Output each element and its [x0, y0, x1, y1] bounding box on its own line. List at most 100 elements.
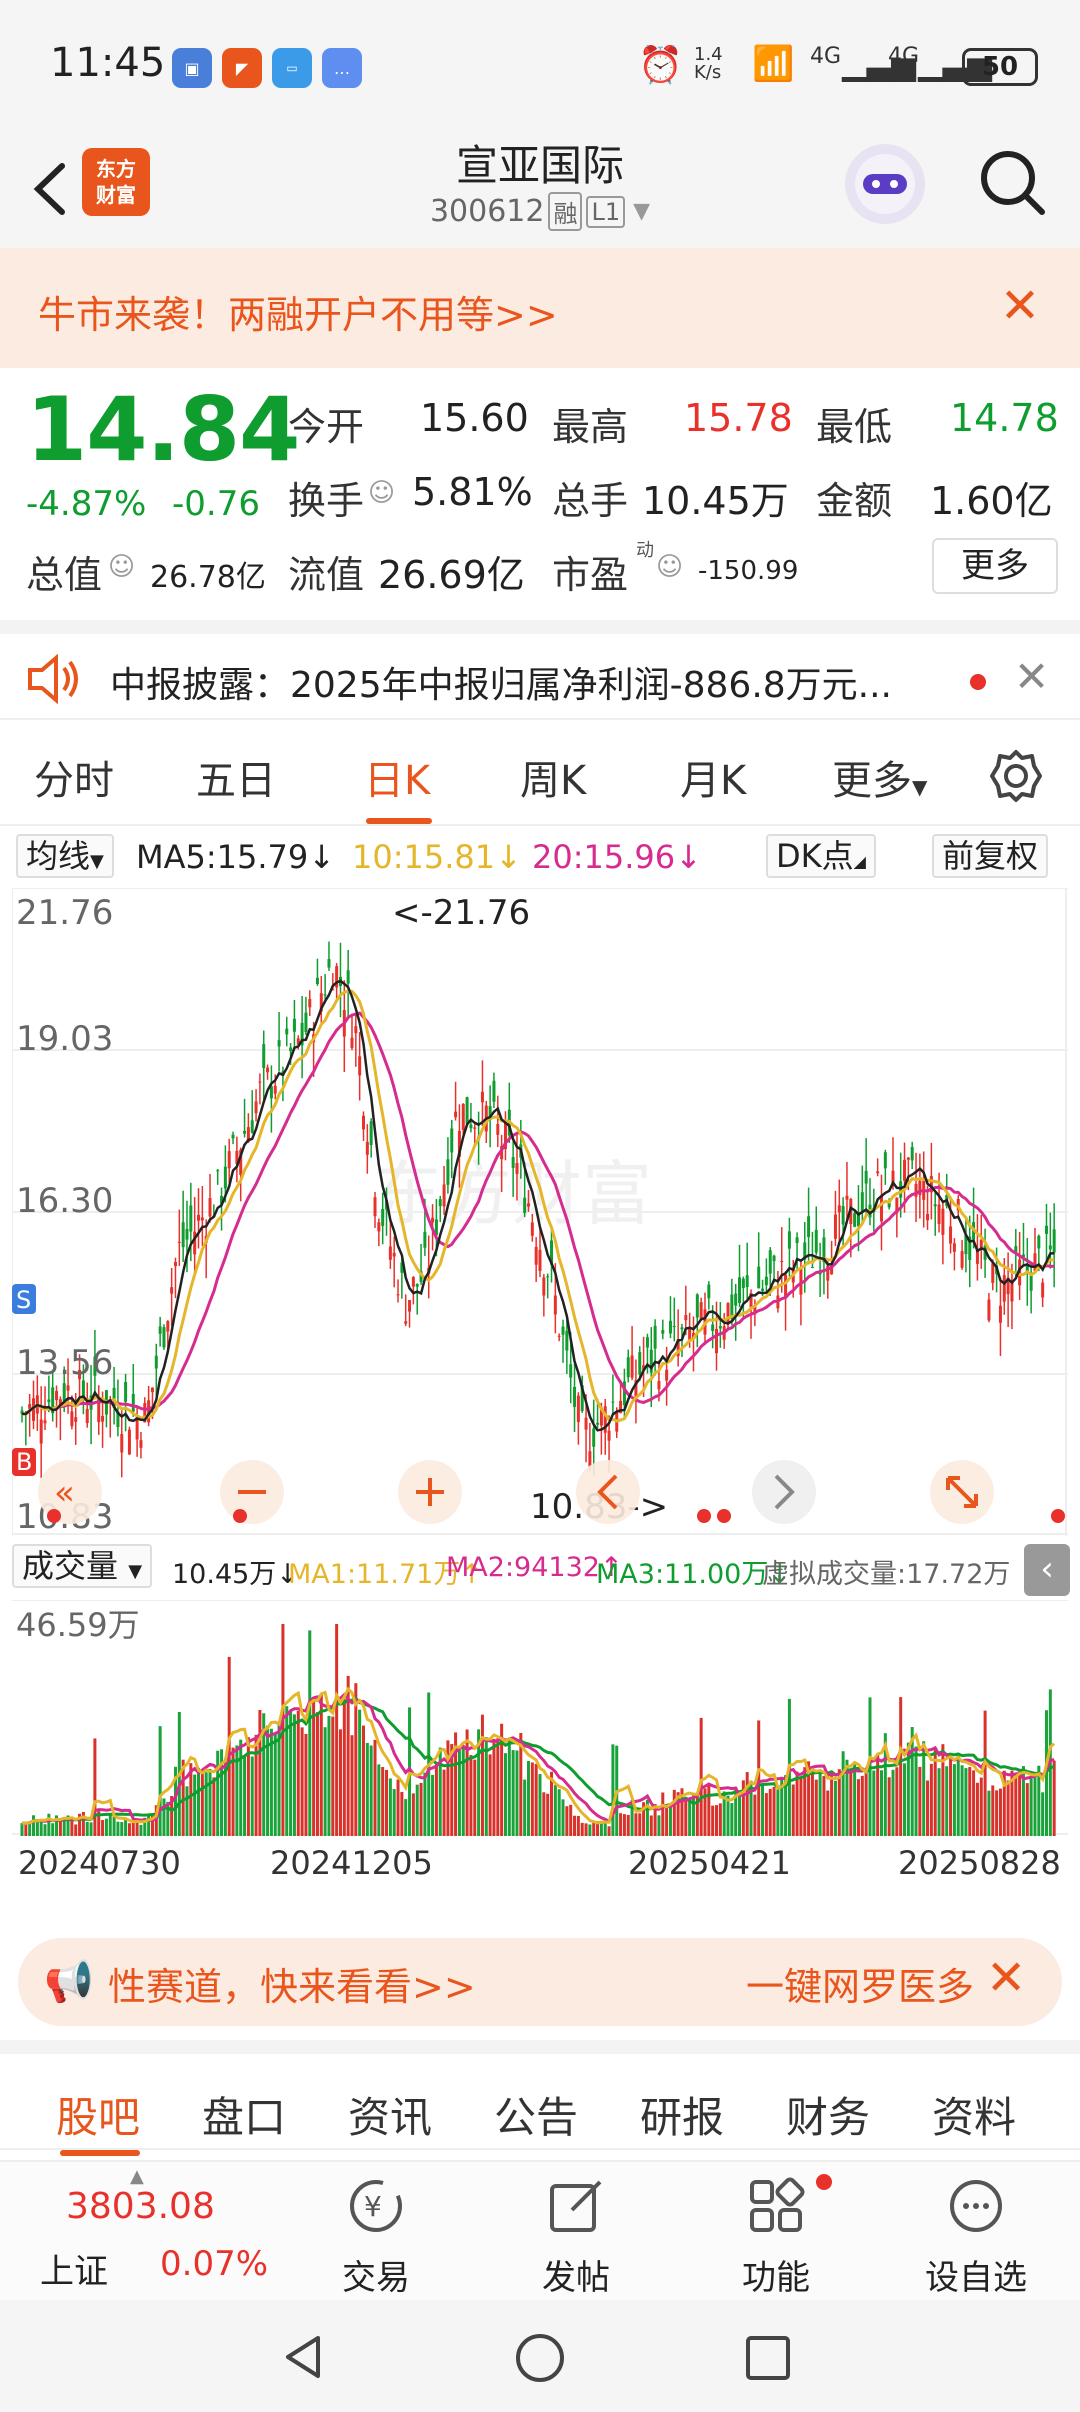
scroll-right-icon[interactable] [752, 1460, 816, 1524]
tab-financials[interactable]: 财务 [786, 2084, 870, 2145]
trade-button[interactable]: ¥ 交易 [306, 2174, 446, 2299]
tab-daily-k[interactable]: 日K [364, 748, 430, 806]
change-amount: -0.76 [172, 484, 260, 524]
ad-banner[interactable]: 📢 性赛道，快来看看>> 一键网罗医多 ✕ [18, 1938, 1062, 2026]
active-tab-indicator [60, 2150, 140, 2156]
volume-chart[interactable]: 46.59万 [12, 1600, 1068, 1836]
candle-body [576, 1395, 580, 1423]
volume-bar [32, 1815, 36, 1836]
candle-body [538, 1249, 542, 1271]
post-button[interactable]: 发帖 [506, 2174, 646, 2299]
index-value[interactable]: 3803.08 [66, 2186, 215, 2227]
volume-bar [331, 1716, 335, 1836]
candle-body [473, 1127, 477, 1129]
assistant-robot-icon[interactable] [845, 144, 925, 224]
candle-body [949, 1226, 953, 1244]
tab-profile[interactable]: 资料 [932, 2084, 1016, 2145]
volume-bar [699, 1717, 703, 1836]
search-icon[interactable] [976, 146, 1048, 218]
index-change[interactable]: 0.07% [160, 2244, 268, 2284]
candle-body [431, 1217, 435, 1223]
alarm-icon: ⏰ [638, 45, 683, 86]
candle-body [672, 1326, 676, 1328]
content-tabs: 股吧 盘口 资讯 公告 研报 财务 资料 [0, 2040, 1080, 2156]
date-label: 20250421 [628, 1844, 791, 1882]
tab-more[interactable]: 更多▼ [832, 748, 927, 806]
volume-bar [193, 1774, 197, 1836]
candle-body [1048, 1245, 1052, 1250]
candle-body [757, 1266, 761, 1289]
volume-bar [776, 1787, 780, 1836]
tab-research[interactable]: 研报 [640, 2084, 724, 2145]
expand-up-icon[interactable]: ▲ [130, 2166, 144, 2187]
functions-button[interactable]: 功能 [706, 2174, 846, 2299]
ad-text[interactable]: 性赛道，快来看看>> [108, 1956, 476, 2011]
candle-body [557, 1335, 561, 1337]
promo-banner[interactable]: 牛市来袭！两融开户不用等>> ✕ [0, 248, 1080, 368]
kline-chart[interactable]: 东方财富 21.76 19.03 16.30 13.56 10.83 <-21.… [12, 888, 1068, 1536]
tab-announcements[interactable]: 公告 [494, 2084, 578, 2145]
volume-indicator-selector[interactable]: 成交量 ▼ [12, 1544, 153, 1588]
volume-bar [43, 1824, 47, 1836]
ad-text-scroll[interactable]: 一键网罗医多 [746, 1956, 974, 2011]
notice-bar[interactable]: 中报披露：2025年中报归属净利润-886.8万元... ✕ [0, 620, 1080, 720]
volume-bar [104, 1818, 108, 1836]
nav-home-icon[interactable] [514, 2332, 566, 2384]
scroll-left-icon[interactable] [576, 1460, 640, 1524]
candle-body [584, 1417, 588, 1430]
tab-monthly-k[interactable]: 月K [680, 748, 746, 806]
svg-text:¥: ¥ [364, 2190, 382, 2223]
volume-bar [51, 1823, 55, 1836]
close-icon[interactable]: ✕ [1014, 652, 1049, 701]
volume-bar [388, 1778, 392, 1836]
promo-text[interactable]: 牛市来袭！两融开户不用等>> [38, 284, 558, 339]
volume-bar [553, 1785, 557, 1836]
nav-recents-icon[interactable] [744, 2334, 792, 2382]
index-name[interactable]: 上证 [40, 2244, 108, 2293]
candle-body [565, 1330, 569, 1351]
tab-forum[interactable]: 股吧 [56, 2084, 140, 2145]
tab-intraday[interactable]: 分时 [34, 748, 114, 806]
gear-icon[interactable] [988, 748, 1044, 804]
volume-bar [419, 1782, 423, 1836]
candle-body [47, 1399, 51, 1403]
tab-five-day[interactable]: 五日 [196, 748, 276, 806]
candle-body [170, 1287, 174, 1294]
open-label: 今开 [288, 405, 365, 449]
candle-body [39, 1419, 43, 1444]
candle-body [258, 1081, 262, 1083]
date-label: 20241205 [270, 1844, 433, 1882]
tab-news[interactable]: 资讯 [348, 2084, 432, 2145]
more-button[interactable]: 更多 [932, 538, 1058, 594]
adjust-button[interactable]: 前复权 [932, 834, 1049, 878]
indicator-selector[interactable]: 均线▼ [16, 834, 114, 878]
tab-orderbook[interactable]: 盘口 [202, 2084, 286, 2145]
candle-body [43, 1420, 47, 1424]
candle-body [745, 1275, 749, 1288]
notice-text[interactable]: 中报披露：2025年中报归属净利润-886.8万元... [110, 656, 892, 708]
info-icon[interactable]: ☺ [368, 478, 395, 508]
volume-bar [899, 1697, 903, 1836]
tab-weekly-k[interactable]: 周K [520, 748, 586, 806]
volume-bar [404, 1799, 408, 1836]
candle-body [1041, 1282, 1045, 1298]
dk-point-button[interactable]: DK点◢ [766, 834, 876, 878]
volume-bar [358, 1709, 362, 1836]
add-watchlist-button[interactable]: 设自选 [906, 2174, 1046, 2299]
info-icon[interactable]: ☺ [656, 552, 683, 582]
nav-back-icon[interactable] [278, 2332, 328, 2382]
volume-bar [89, 1822, 93, 1836]
candle-body [150, 1387, 154, 1393]
volume-bar [937, 1768, 941, 1836]
volume-bar [607, 1826, 611, 1836]
candle-body [70, 1411, 74, 1427]
volume-bar [308, 1630, 312, 1836]
close-icon[interactable]: ✕ [986, 1950, 1026, 2006]
info-icon[interactable]: ☺ [108, 552, 135, 582]
candle-body [542, 1277, 546, 1296]
volume-bar [964, 1768, 968, 1836]
collapse-panel-icon[interactable]: ‹ [1024, 1544, 1070, 1596]
volume-bar [918, 1766, 922, 1836]
close-icon[interactable]: ✕ [992, 278, 1048, 334]
candle-body [573, 1386, 577, 1407]
